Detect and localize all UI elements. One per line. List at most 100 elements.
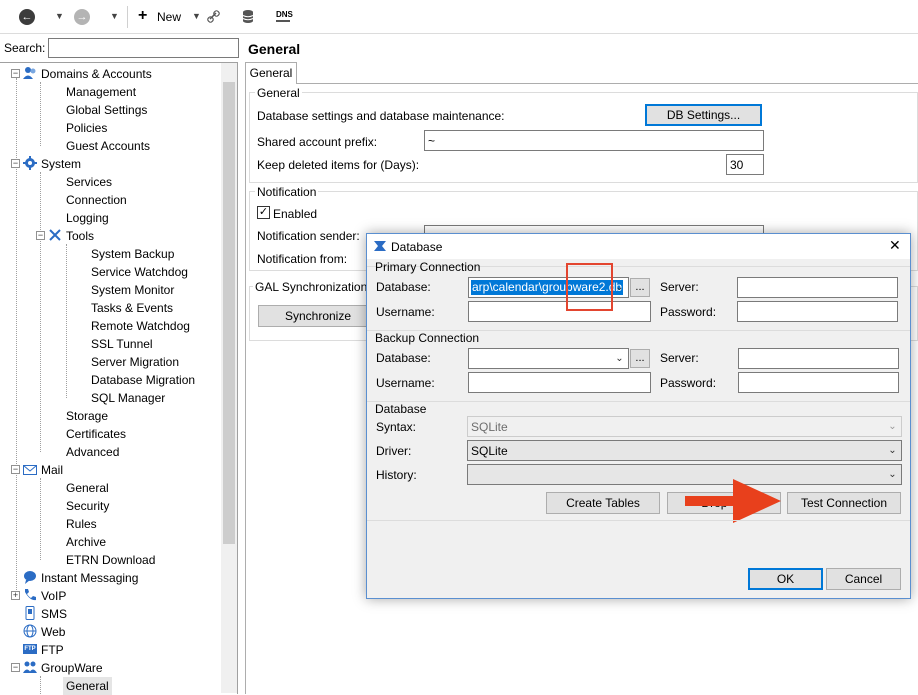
create-tables-button[interactable]: Create Tables [546,492,660,514]
dns-icon[interactable]: DNS [276,10,293,19]
backup-password-input[interactable] [738,372,899,393]
highlight-box [566,263,613,311]
tree-domains-accounts[interactable]: Domains & Accounts [41,65,152,83]
collapse-icon[interactable]: − [36,231,45,240]
enabled-label: Enabled [273,207,318,221]
tab-general[interactable]: General [245,62,297,84]
shared-prefix-input[interactable]: ~ [424,130,764,151]
tree-policies[interactable]: Policies [66,119,107,137]
forward-icon[interactable]: → [74,9,90,25]
primary-username-input[interactable] [468,301,651,322]
buttons-divider [367,520,910,521]
primary-password-label: Password: [660,305,717,319]
notification-sender-label: Notification sender: [257,229,360,243]
synchronize-button[interactable]: Synchronize [258,305,378,327]
tree-ssl-tunnel[interactable]: SSL Tunnel [91,335,153,353]
dialog-title: Database [391,240,443,254]
tree-sql-manager[interactable]: SQL Manager [91,389,165,407]
test-connection-button[interactable]: Test Connection [787,492,901,514]
keep-deleted-input[interactable]: 30 [726,154,764,175]
driver-select[interactable]: SQLite ⌄ [467,440,902,461]
tree-groupware[interactable]: GroupWare [41,659,103,677]
tree-remote-watchdog[interactable]: Remote Watchdog [91,317,190,335]
tree-server-migration[interactable]: Server Migration [91,353,179,371]
tree-logging[interactable]: Logging [66,209,109,227]
database-icon[interactable] [242,9,254,24]
forward-dropdown-chevron-icon[interactable]: ▼ [110,11,119,21]
primary-server-input[interactable] [737,277,898,298]
tree-etrn-download[interactable]: ETRN Download [66,551,155,569]
primary-password-input[interactable] [737,301,898,322]
collapse-icon[interactable]: − [11,663,20,672]
tree-mail[interactable]: Mail [41,461,63,479]
expand-icon[interactable]: + [11,591,20,600]
tree-voip[interactable]: VoIP [41,587,66,605]
page-title: General [248,41,301,57]
search-input[interactable] [48,38,239,58]
tree-ftp[interactable]: FTP [41,641,64,659]
tree-groupware-general[interactable]: General [63,677,112,695]
tree-line [40,478,41,560]
history-label: History: [376,468,417,482]
db-settings-button[interactable]: DB Settings... [645,104,762,126]
tree-line [40,82,41,146]
tree-guest-accounts[interactable]: Guest Accounts [66,137,150,155]
chevron-down-icon: ⌄ [888,421,897,432]
enabled-checkbox[interactable]: ✓ [257,206,270,219]
backup-server-input[interactable] [738,348,899,369]
tree-archive[interactable]: Archive [66,533,106,551]
syntax-label: Syntax: [376,420,417,434]
tree-rules[interactable]: Rules [66,515,97,533]
backup-database-combo[interactable]: ⌄ [468,348,629,369]
tree-management[interactable]: Management [66,83,136,101]
tree-certificates[interactable]: Certificates [66,425,126,443]
toolbar: ← ▼ → ▼ + New ▼ DNS [0,0,918,34]
tree-security[interactable]: Security [66,497,109,515]
syntax-select[interactable]: SQLite ⌄ [467,416,902,437]
chevron-down-icon[interactable]: ⌄ [611,278,628,297]
tree-services[interactable]: Services [66,173,112,191]
new-button[interactable]: New [157,10,181,24]
tree-instant-messaging[interactable]: Instant Messaging [41,569,138,587]
shared-prefix-label: Shared account prefix: [257,135,378,149]
tree-service-watchdog[interactable]: Service Watchdog [91,263,188,281]
tools-icon [49,229,61,241]
chevron-down-icon[interactable]: ⌄ [884,441,901,460]
tree-web[interactable]: Web [41,623,65,641]
backup-browse-button[interactable]: ... [630,349,650,368]
tree-tools[interactable]: Tools [66,227,94,245]
db-settings-label: Database settings and database maintenan… [257,109,505,123]
collapse-icon[interactable]: − [11,465,20,474]
tree-scrollbar-thumb[interactable] [223,82,235,544]
primary-server-label: Server: [660,280,699,294]
tree-system-monitor[interactable]: System Monitor [91,281,174,299]
tree-global-settings[interactable]: Global Settings [66,101,147,119]
backup-username-input[interactable] [468,372,651,393]
keep-deleted-label: Keep deleted items for (Days): [257,158,420,172]
close-icon[interactable]: ✕ [889,237,901,254]
driver-value: SQLite [471,444,508,458]
tree-system-backup[interactable]: System Backup [91,245,174,263]
tree-advanced[interactable]: Advanced [66,443,119,461]
collapse-icon[interactable]: − [11,159,20,168]
tree-sms[interactable]: SMS [41,605,67,623]
chevron-down-icon[interactable]: ⌄ [884,465,901,484]
tree-connection[interactable]: Connection [66,191,127,209]
tree-mail-general[interactable]: General [66,479,109,497]
cancel-button[interactable]: Cancel [826,568,901,590]
tree-system[interactable]: System [41,155,81,173]
tree-tasks-events[interactable]: Tasks & Events [91,299,173,317]
plus-icon[interactable]: + [138,8,147,24]
tree-line [66,244,67,398]
back-icon[interactable]: ← [19,9,35,25]
tree-storage[interactable]: Storage [66,407,108,425]
chevron-down-icon[interactable]: ⌄ [611,349,628,368]
link-icon[interactable] [207,10,221,24]
back-dropdown-chevron-icon[interactable]: ▼ [55,11,64,21]
tree-database-migration[interactable]: Database Migration [91,371,195,389]
primary-browse-button[interactable]: ... [630,278,650,297]
ok-button[interactable]: OK [748,568,823,590]
dialog-titlebar[interactable] [367,234,910,259]
collapse-icon[interactable]: − [11,69,20,78]
new-dropdown-chevron-icon[interactable]: ▼ [192,11,201,21]
